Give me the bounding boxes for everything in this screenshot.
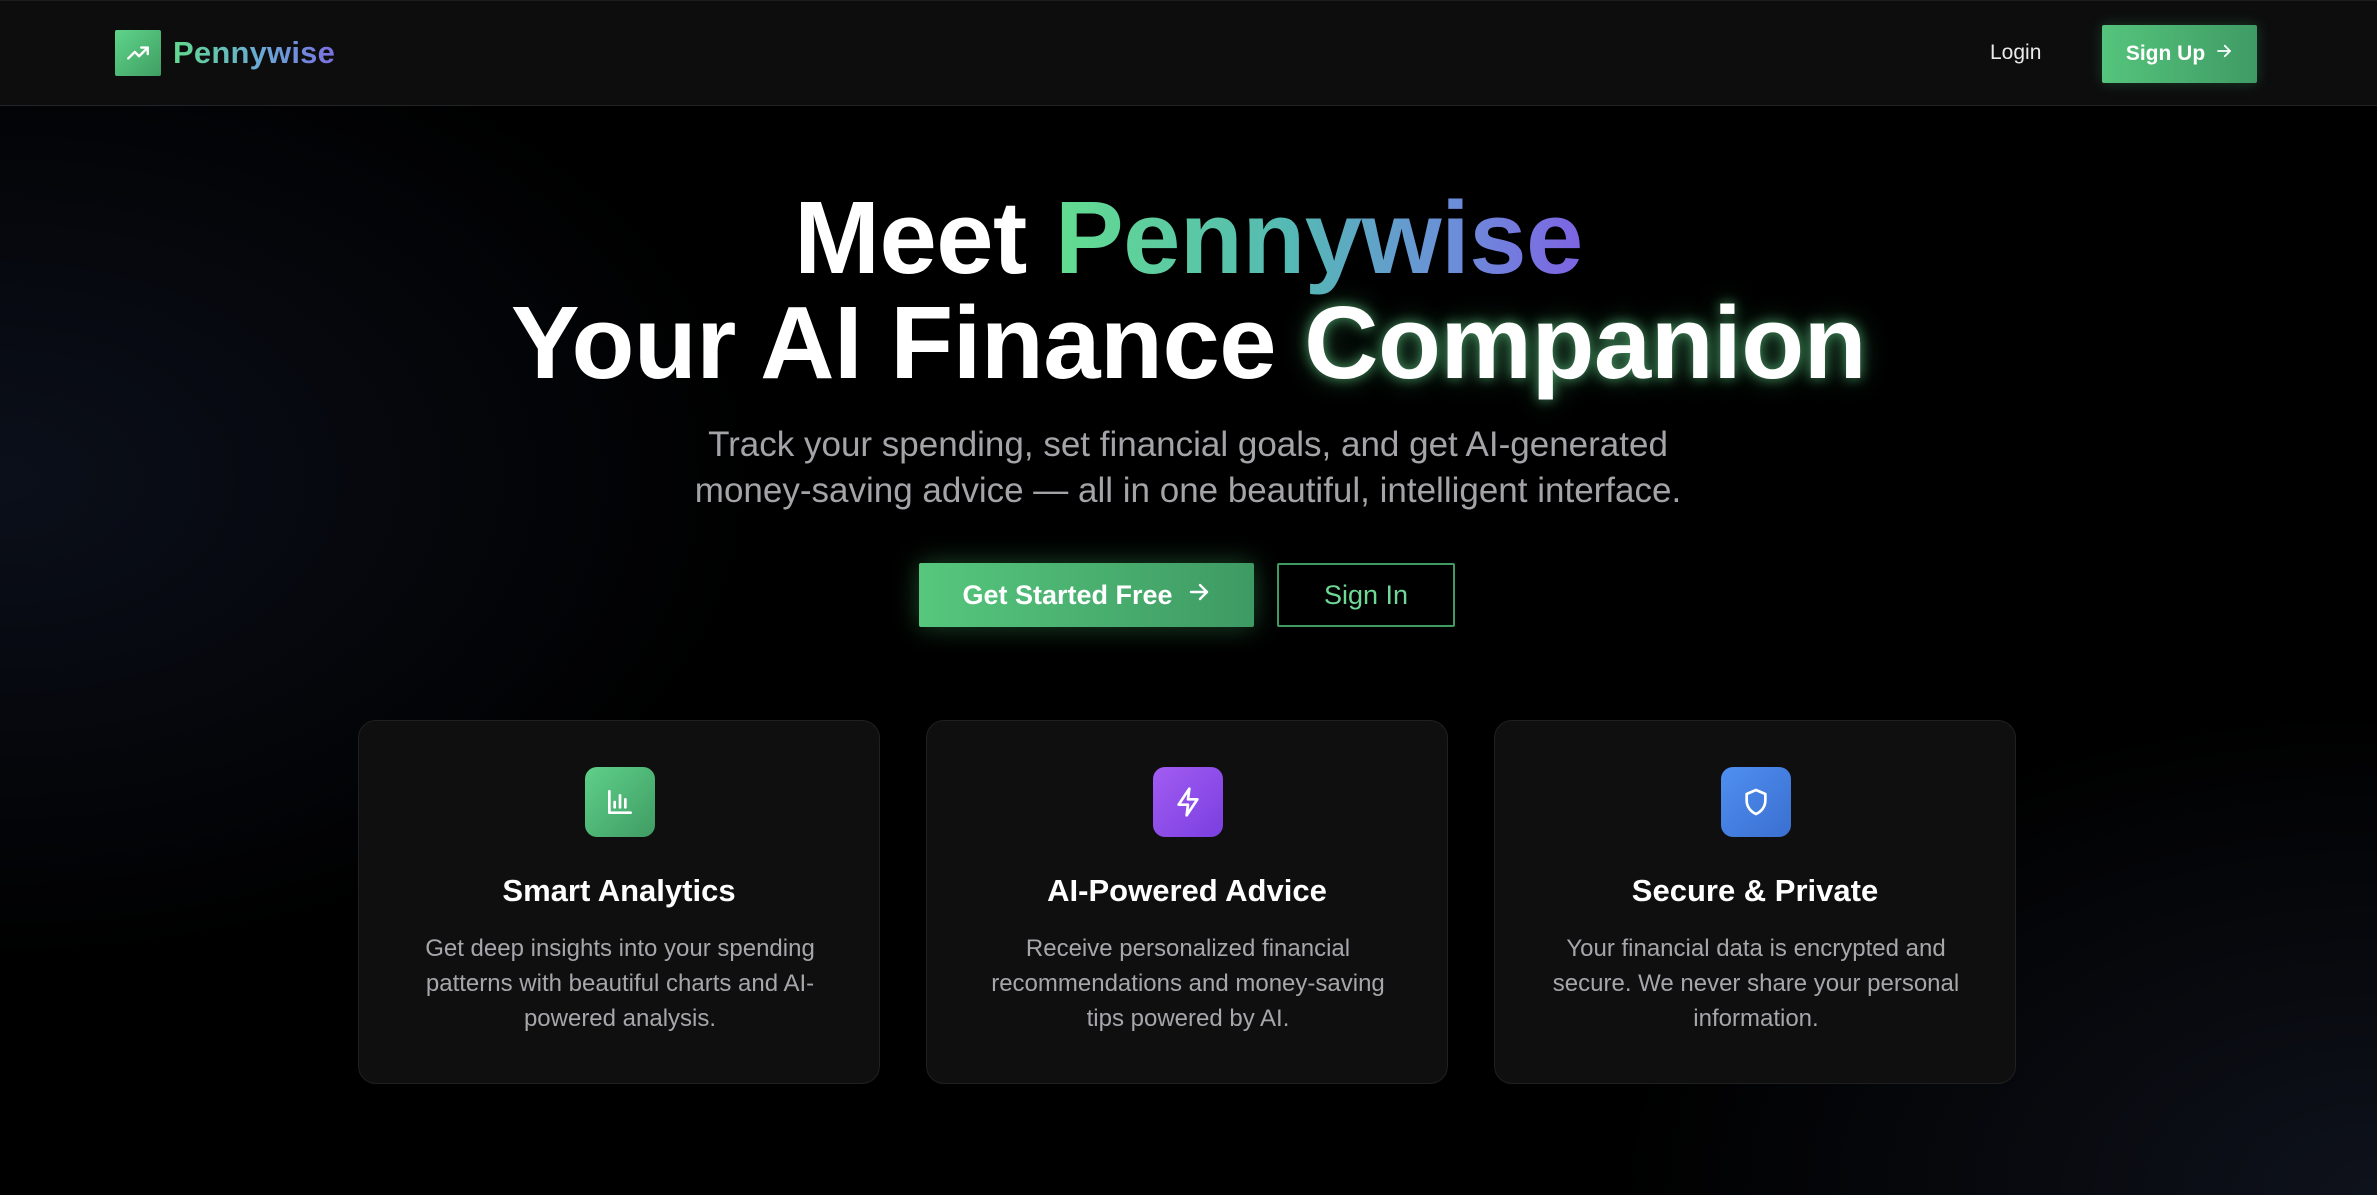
feature-title: Smart Analytics — [502, 873, 736, 908]
hero-description-line2: money-saving advice — all in one beautif… — [694, 471, 1682, 510]
hero-title: Meet Pennywise — [0, 178, 2377, 298]
hero-subtitle: Your AI Finance Companion — [0, 283, 2377, 403]
get-started-button[interactable]: Get Started Free — [919, 563, 1254, 627]
top-navbar: Pennywise Login Sign Up — [0, 0, 2377, 106]
sign-up-button[interactable]: Sign Up — [2102, 25, 2257, 83]
feature-description: Your financial data is encrypted and sec… — [1552, 935, 1960, 1032]
feature-card-secure-private: Secure & Private Your financial data is … — [1494, 720, 2016, 1084]
feature-card-smart-analytics: Smart Analytics Get deep insights into y… — [358, 720, 880, 1084]
sign-in-button[interactable]: Sign In — [1277, 563, 1455, 627]
feature-description: Receive personalized financial recommend… — [991, 935, 1385, 1032]
bar-chart-icon — [585, 767, 655, 837]
hero-subtitle-glow: Companion — [1304, 285, 1867, 400]
shield-icon — [1721, 767, 1791, 837]
hero-description-line1: Track your spending, set financial goals… — [708, 425, 1668, 464]
feature-card-ai-advice: AI-Powered Advice Receive personalized f… — [926, 720, 1448, 1084]
trending-up-icon — [115, 30, 161, 76]
hero-title-prefix: Meet — [794, 180, 1055, 295]
feature-title: AI-Powered Advice — [1047, 873, 1327, 908]
hero-description: Track your spending, set financial goals… — [588, 422, 1788, 514]
brand-name: Pennywise — [173, 35, 336, 70]
login-button[interactable]: Login — [1990, 36, 2041, 70]
brand-logo-link[interactable]: Pennywise — [115, 30, 335, 76]
feature-description: Get deep insights into your spending pat… — [425, 935, 815, 1032]
sign-up-label: Sign Up — [2125, 42, 2206, 65]
arrow-right-icon — [2215, 42, 2233, 66]
arrow-right-icon — [1187, 580, 1211, 611]
feature-title: Secure & Private — [1631, 873, 1879, 908]
hero-subtitle-main: Your AI Finance — [510, 285, 1305, 400]
lightning-icon — [1153, 767, 1223, 837]
get-started-label: Get Started Free — [962, 579, 1173, 610]
hero-title-accent: Pennywise — [1054, 180, 1583, 295]
